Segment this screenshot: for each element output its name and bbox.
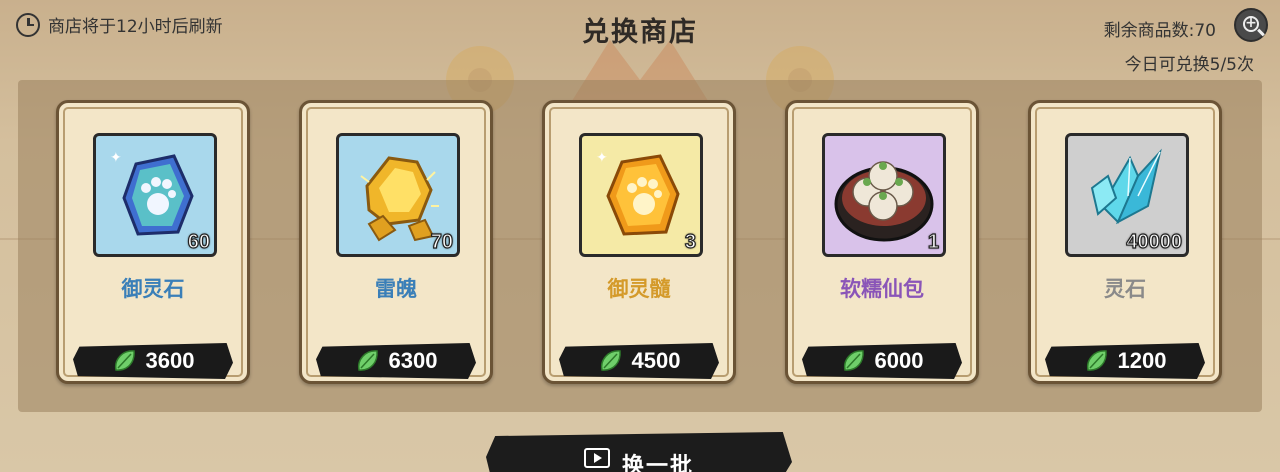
item-name: 软糯仙包 [840,277,924,301]
svg-text:✦: ✦ [596,150,608,166]
green-leaf-currency-icon [1086,350,1107,371]
item-quantity: 3 [684,230,696,253]
item-name: 灵石 [1104,277,1146,301]
shop-item-card[interactable]: 40000 灵石 1200 [1028,100,1222,384]
shop-item-card[interactable]: 70 雷魄 6300 [299,100,493,384]
svg-text:✦: ✦ [110,150,122,166]
daily-exchange-limit: 今日可兑换5/5次 [1124,55,1254,75]
zoom-button[interactable]: + [1234,8,1268,42]
item-icon-box: ✦ 60 [93,133,217,257]
item-quantity: 40000 [1126,230,1183,253]
item-icon-box: 70 [336,133,460,257]
item-price: 4500 [631,348,681,373]
item-price: 1200 [1117,348,1167,373]
video-ad-icon [583,448,610,468]
item-price: 6300 [388,348,438,373]
item-quantity: 70 [430,230,453,253]
item-icon-box: ✦ 3 [579,133,703,257]
price-bar: 6300 [316,343,476,379]
green-leaf-currency-icon [114,350,135,371]
price-bar: 6000 [802,343,962,379]
page-title: 兑换商店 [582,17,698,48]
price-bar: 3600 [73,343,233,379]
item-name: 雷魄 [375,277,417,301]
shop-item-card[interactable]: 1 软糯仙包 6000 [785,100,979,384]
price-bar: 4500 [559,343,719,379]
green-leaf-currency-icon [843,350,864,371]
green-leaf-currency-icon [600,350,621,371]
item-quantity: 1 [927,230,939,253]
refresh-button-label: 换一批 [621,454,694,472]
item-icon-box: 1 [822,133,946,257]
item-name: 御灵石 [121,277,185,301]
gold-paw-gem-icon: ✦ [596,150,680,236]
item-price: 6000 [874,348,924,373]
shop-item-card[interactable]: ✦ 3 御灵髓 4500 [542,100,736,384]
green-leaf-currency-icon [357,350,378,371]
item-name: 御灵髓 [607,277,671,301]
item-icon-box: 40000 [1065,133,1189,257]
steamed-buns-icon [834,161,934,242]
item-quantity: 60 [187,230,210,253]
shop-item-card[interactable]: ✦ 60 御灵石 3600 [56,100,250,384]
item-price: 3600 [145,348,195,373]
remaining-count: 剩余商品数:70 [1103,21,1216,41]
price-bar: 1200 [1045,343,1205,379]
refresh-button[interactable]: 换一批 [486,432,792,472]
